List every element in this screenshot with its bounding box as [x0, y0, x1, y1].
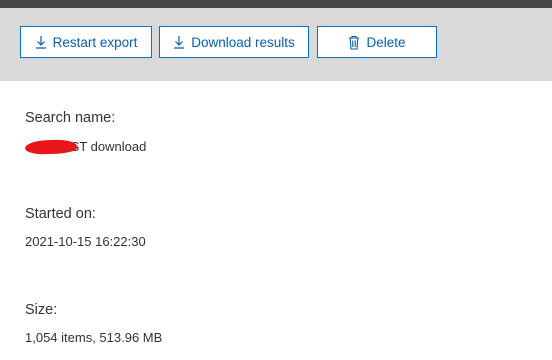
- size-label: Size:: [25, 302, 58, 318]
- window-top-bar: [0, 0, 552, 8]
- search-name-label: Search name:: [25, 110, 116, 126]
- restart-export-button[interactable]: Restart export: [20, 26, 152, 58]
- started-on-label: Started on:: [25, 206, 96, 222]
- delete-label: Delete: [366, 34, 406, 50]
- download-arrow-icon: [35, 35, 47, 49]
- started-on-value: 2021-10-15 16:22:30: [25, 234, 146, 249]
- download-results-button[interactable]: Download results: [159, 26, 309, 58]
- trash-icon: [348, 35, 360, 50]
- size-value: 1,054 items, 513.96 MB: [25, 330, 163, 345]
- download-results-label: Download results: [191, 34, 295, 50]
- download-arrow-icon: [173, 35, 185, 49]
- action-toolbar: Restart export Download results Delete: [0, 8, 552, 81]
- delete-button[interactable]: Delete: [317, 26, 437, 58]
- restart-export-label: Restart export: [52, 34, 138, 50]
